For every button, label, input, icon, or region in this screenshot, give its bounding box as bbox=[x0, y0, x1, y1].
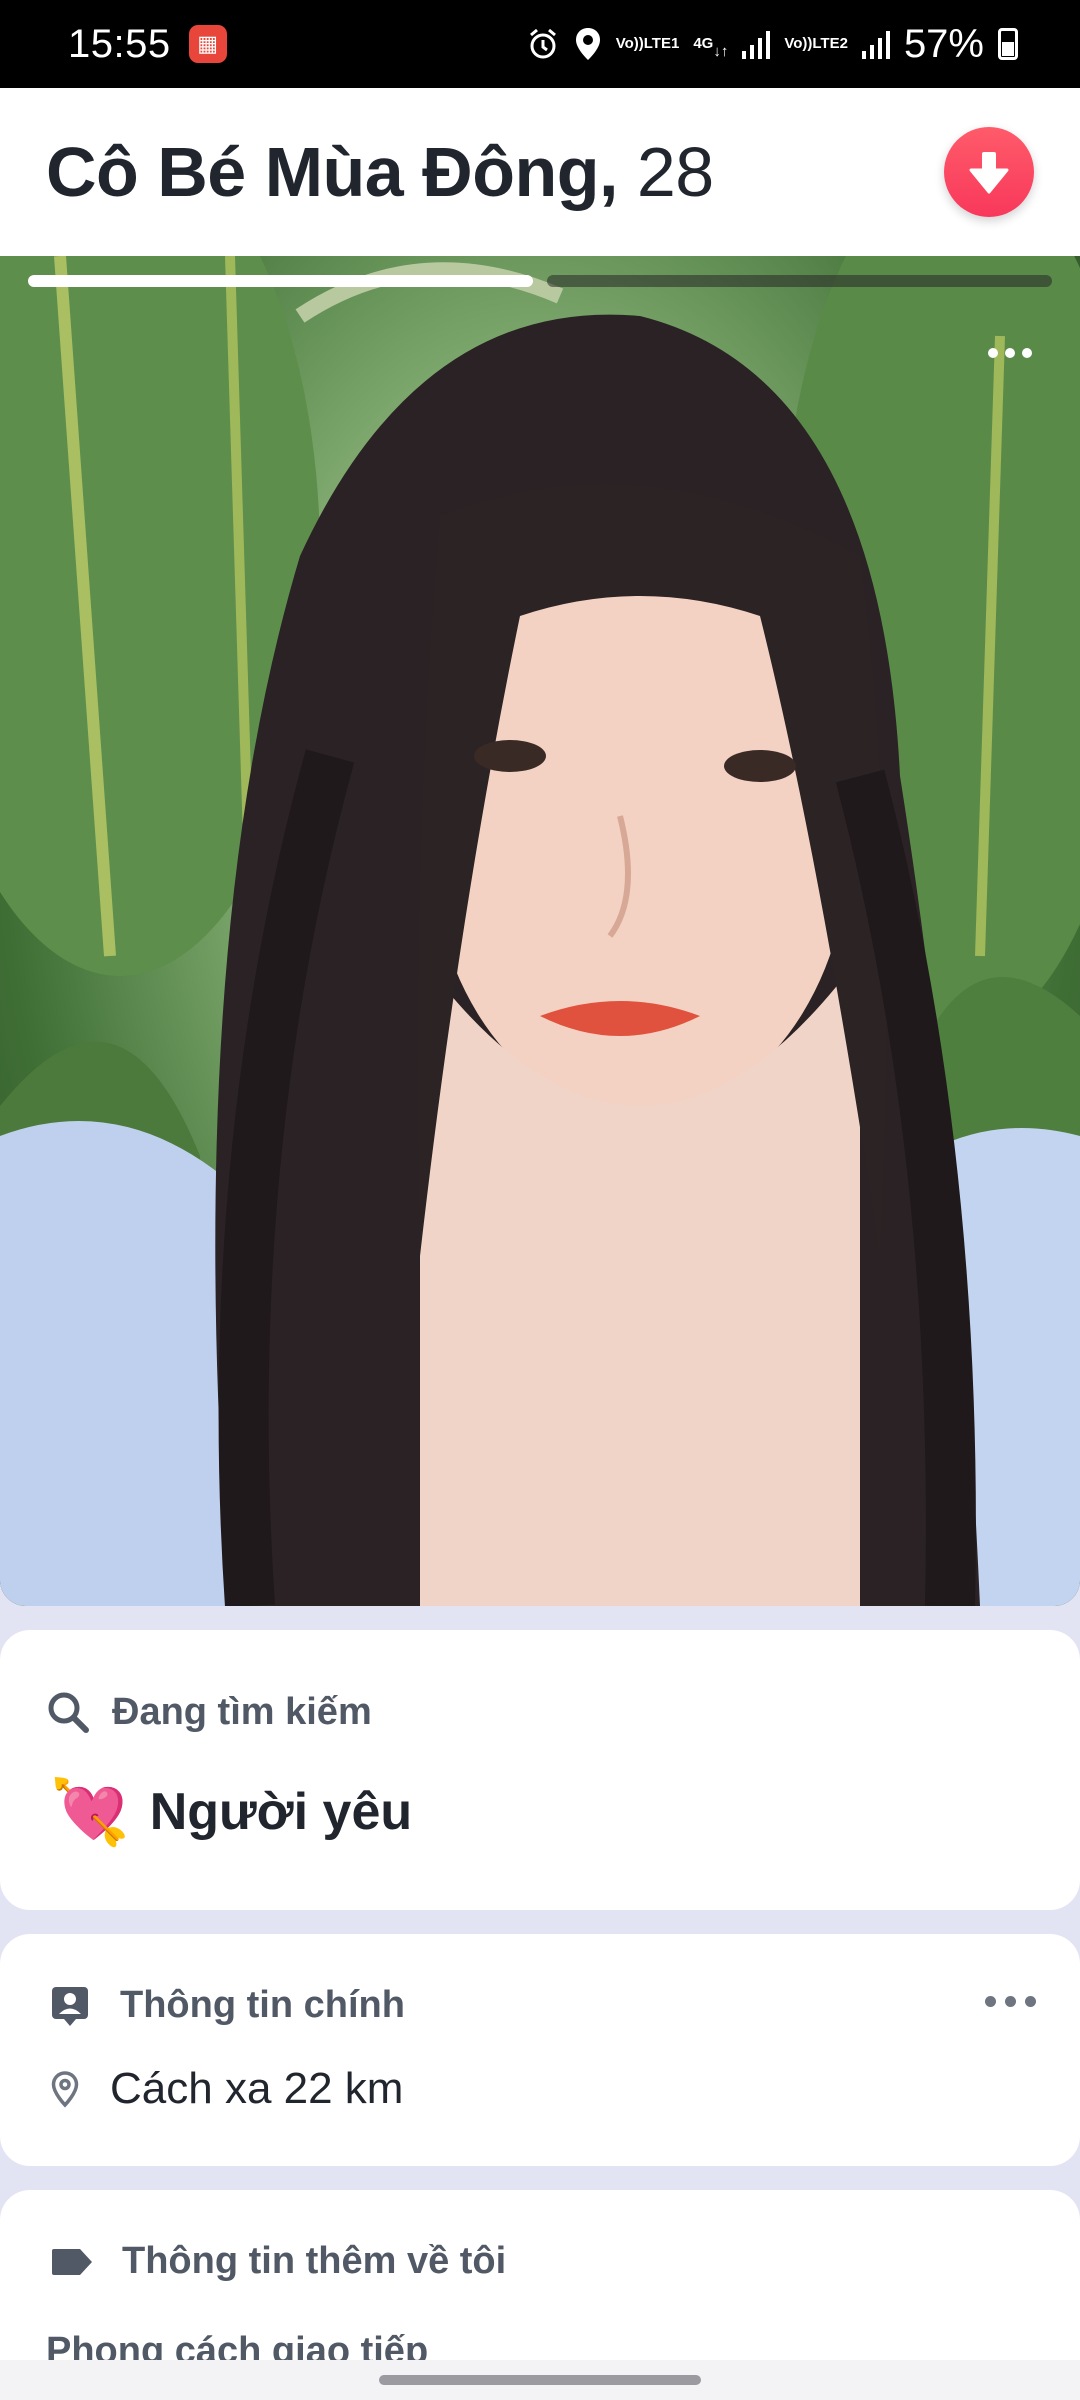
volte-sim2-icon: Vo)) LTE2 bbox=[784, 35, 848, 52]
basic-info-label: Thông tin chính bbox=[120, 1984, 405, 2026]
profile-screen: 15:55 ▦ Vo)) LTE1 4G ↓↑ Vo)) LTE2 57% Cô… bbox=[0, 0, 1080, 2400]
alarm-icon bbox=[526, 27, 560, 61]
looking-for-header: Đang tìm kiếm bbox=[46, 1690, 372, 1734]
basic-info-header: Thông tin chính bbox=[50, 1984, 405, 2027]
photo-progress-segment-2 bbox=[547, 275, 1052, 287]
data-4g-icon: 4G ↓↑ bbox=[693, 35, 729, 60]
photo-more-options-icon[interactable] bbox=[988, 348, 1032, 358]
photo-progress bbox=[28, 275, 1052, 287]
profile-photo-image bbox=[0, 256, 1080, 1606]
looking-for-value: Người yêu bbox=[149, 1783, 413, 1841]
tag-icon bbox=[52, 2248, 92, 2275]
signal-sim1-icon bbox=[742, 29, 771, 59]
looking-for-card: Đang tìm kiếm 💘 Người yêu bbox=[0, 1630, 1080, 1910]
distance-text: Cách xa 22 km bbox=[110, 2064, 404, 2113]
signal-sim2-icon bbox=[861, 29, 890, 59]
profile-photo[interactable] bbox=[0, 256, 1080, 1606]
distance-row: Cách xa 22 km bbox=[50, 2064, 403, 2114]
collapse-profile-button[interactable] bbox=[944, 127, 1034, 217]
photo-progress-segment-1 bbox=[28, 275, 533, 287]
system-nav-bar bbox=[0, 2360, 1080, 2400]
looking-for-label: Đang tìm kiếm bbox=[112, 1690, 372, 1733]
profile-title: Cô Bé Mùa Đông, 28 bbox=[46, 132, 714, 212]
id-card-icon bbox=[52, 1986, 88, 2026]
more-info-header: Thông tin thêm về tôi bbox=[50, 2240, 506, 2283]
heart-with-arrow-icon: 💘 bbox=[50, 1776, 130, 1848]
search-icon bbox=[48, 1692, 89, 1733]
looking-for-value-row: 💘 Người yêu bbox=[50, 1780, 412, 1844]
home-indicator[interactable] bbox=[379, 2375, 701, 2385]
basic-info-more-icon[interactable] bbox=[985, 1996, 1036, 2007]
location-icon bbox=[574, 26, 602, 62]
more-info-label: Thông tin thêm về tôi bbox=[122, 2240, 507, 2282]
basic-info-card: Thông tin chính Cách xa 22 km bbox=[0, 1934, 1080, 2166]
battery-percent: 57% bbox=[903, 21, 984, 66]
arrow-down-icon bbox=[969, 152, 1009, 194]
status-bar: 15:55 ▦ Vo)) LTE1 4G ↓↑ Vo)) LTE2 57% bbox=[0, 0, 1080, 88]
profile-header: Cô Bé Mùa Đông, 28 bbox=[0, 88, 1080, 256]
profile-name: Cô Bé Mùa Đông, bbox=[46, 133, 618, 211]
volte-sim1-icon: Vo)) LTE1 bbox=[615, 35, 680, 52]
status-time: 15:55 bbox=[68, 21, 171, 66]
app-notification-icon: ▦ bbox=[188, 25, 227, 63]
battery-icon bbox=[998, 28, 1018, 60]
location-pin-icon bbox=[51, 2071, 79, 2108]
profile-age: 28 bbox=[636, 133, 714, 211]
